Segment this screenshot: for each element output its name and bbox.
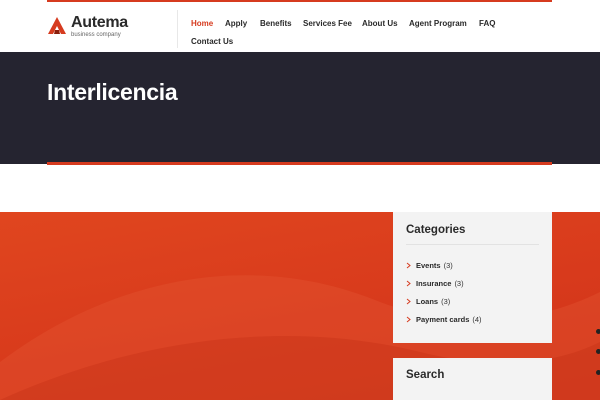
category-count: (4) bbox=[472, 314, 482, 324]
nav-item-home[interactable]: Home bbox=[191, 19, 213, 28]
search-title: Search bbox=[406, 369, 445, 381]
chevron-right-icon bbox=[406, 316, 411, 322]
nav-item-agent-program[interactable]: Agent Program bbox=[409, 19, 467, 28]
category-item-events[interactable]: Events (3) bbox=[406, 259, 453, 271]
category-name: Insurance bbox=[416, 278, 452, 288]
logo-name: Autema bbox=[71, 13, 128, 31]
nav-item-apply[interactable]: Apply bbox=[225, 19, 247, 28]
category-count: (3) bbox=[443, 260, 453, 270]
category-name: Payment cards bbox=[416, 314, 470, 324]
autema-logo-icon bbox=[48, 17, 66, 34]
chevron-right-icon bbox=[406, 262, 411, 268]
site-logo[interactable]: Autema business company bbox=[47, 14, 128, 38]
chevron-right-icon bbox=[406, 298, 411, 304]
nav-divider bbox=[177, 10, 178, 48]
page-title: Interlicencia bbox=[47, 79, 178, 105]
category-count: (3) bbox=[441, 296, 451, 306]
slider-dot[interactable] bbox=[596, 370, 600, 375]
nav-item-benefits[interactable]: Benefits bbox=[260, 19, 292, 28]
categories-widget: Categories Events (3) Insurance (3) Loan… bbox=[393, 212, 552, 343]
search-widget: Search bbox=[393, 358, 552, 400]
chevron-right-icon bbox=[406, 280, 411, 286]
nav-item-services-fee[interactable]: Services Fee bbox=[303, 19, 352, 28]
categories-title: Categories bbox=[406, 224, 466, 236]
widget-divider bbox=[406, 244, 539, 245]
slider-dot[interactable] bbox=[596, 329, 600, 334]
category-item-insurance[interactable]: Insurance (3) bbox=[406, 277, 464, 289]
category-count: (3) bbox=[454, 278, 464, 288]
category-item-loans[interactable]: Loans (3) bbox=[406, 295, 450, 307]
category-item-payment-cards[interactable]: Payment cards (4) bbox=[406, 313, 482, 325]
logo-tagline: business company bbox=[71, 31, 121, 38]
category-name: Loans bbox=[416, 296, 439, 306]
nav-item-contact-us[interactable]: Contact Us bbox=[191, 37, 233, 46]
hero-accent-line bbox=[47, 162, 552, 165]
page-hero: Interlicencia bbox=[0, 52, 600, 164]
site-header: Autema business company Home Apply Benef… bbox=[0, 0, 600, 52]
header-accent-line bbox=[47, 0, 552, 2]
nav-item-about-us[interactable]: About Us bbox=[362, 19, 398, 28]
category-name: Events bbox=[416, 260, 441, 270]
slider-dot[interactable] bbox=[596, 349, 600, 354]
nav-item-faq[interactable]: FAQ bbox=[479, 19, 495, 28]
